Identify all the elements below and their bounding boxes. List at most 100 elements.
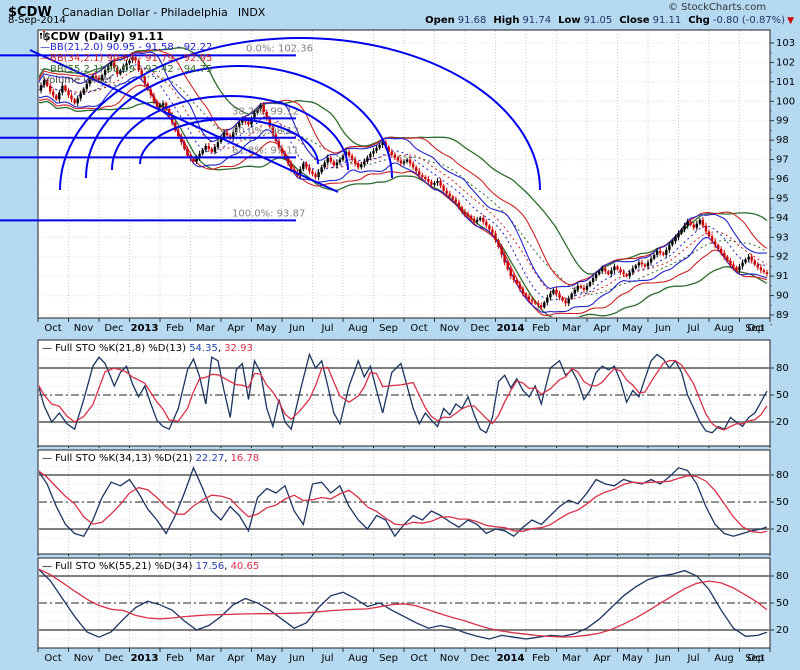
- chg-value: -0.80 (-0.87%): [713, 15, 785, 26]
- close-label: Close: [619, 15, 649, 26]
- price-axis-label: 95: [776, 193, 789, 204]
- x-axis-label-top: May: [256, 323, 277, 334]
- chg-label: Chg: [688, 15, 710, 26]
- price-axis-label: 102: [776, 57, 795, 68]
- chart-date: 8-Sep-2014: [8, 15, 66, 26]
- x-axis-label-top: 2013: [131, 323, 159, 334]
- x-axis-label-bottom: May: [622, 653, 643, 664]
- x-axis-label-bottom: 2014: [497, 653, 525, 664]
- low-label: Low: [558, 15, 580, 26]
- price-axis-label: 92: [776, 252, 789, 263]
- symbol-name: Canadian Dollar - Philadelphia: [62, 6, 228, 19]
- main-chart-legend: $CDW (Daily) 91.11 —BB(21,2.0) 90.95 - 9…: [40, 31, 212, 86]
- x-axis-label-bottom: Feb: [532, 653, 550, 664]
- x-axis-label-bottom: Dec: [470, 653, 489, 664]
- sto-axis-label: 80: [776, 470, 789, 481]
- sto-axis-label: 20: [776, 524, 789, 535]
- x-axis-label-bottom: Apr: [227, 653, 245, 664]
- chg-down-icon[interactable]: ▼: [787, 16, 794, 26]
- sto1-label: — Full STO %K(21,8) %D(13): [42, 343, 186, 354]
- x-axis-label-top: Aug: [348, 323, 368, 334]
- x-axis-label-top: Oct: [44, 323, 61, 334]
- sto-axis-label: 80: [776, 363, 789, 374]
- price-axis-label: 100: [776, 96, 795, 107]
- sto-axis-label: 20: [776, 625, 789, 636]
- sto2-label: — Full STO %K(34,13) %D(21): [42, 453, 192, 464]
- legend-bb55: —BB(55,2.1) 90.09 - 92.42 - 94.75: [40, 64, 212, 75]
- high-value: 91.74: [522, 15, 551, 26]
- x-axis-label-bottom: Feb: [166, 653, 184, 664]
- low-value: 91.05: [584, 15, 613, 26]
- x-axis-label-top: Nov: [74, 323, 94, 334]
- sto1-d-value: 32.93: [224, 343, 253, 354]
- x-axis-label-bottom: Oct: [747, 653, 764, 664]
- sto2-k-value: 22.27: [196, 453, 225, 464]
- legend-bb21: —BB(21,2.0) 90.95 - 91.58 - 92.22: [40, 42, 212, 53]
- x-axis-label-bottom: Mar: [562, 653, 582, 664]
- x-axis-label-top: Apr: [227, 323, 245, 334]
- x-axis-label-top: Oct: [410, 323, 427, 334]
- price-axis-label: 94: [776, 213, 789, 224]
- x-axis-label-bottom: Aug: [714, 653, 734, 664]
- x-axis-label-top: Oct: [747, 323, 764, 334]
- x-axis-label-top: 2014: [497, 323, 525, 334]
- price-axis-label: 99: [776, 116, 789, 127]
- x-axis-label-top: Mar: [196, 323, 216, 334]
- sto3-legend: — Full STO %K(55,21) %D(34) 17.56, 40.65: [42, 561, 259, 572]
- x-axis-label-top: Jun: [288, 323, 305, 334]
- legend-bb34: —BB(34,2.1) 90.64 - 91.79 - 92.95: [40, 53, 212, 64]
- x-axis-label-top: Dec: [470, 323, 489, 334]
- sto-axis-label: 80: [776, 571, 789, 582]
- x-axis-label-bottom: Jun: [288, 653, 305, 664]
- x-axis-label-top: Aug: [714, 323, 734, 334]
- sto2-legend: — Full STO %K(34,13) %D(21) 22.27, 16.78: [42, 453, 259, 464]
- sto-axis-label: 50: [776, 598, 789, 609]
- x-axis-label-top: May: [622, 323, 643, 334]
- x-axis-label-top: Jul: [686, 323, 699, 334]
- high-label: High: [493, 15, 519, 26]
- x-axis-label-bottom: Oct: [44, 653, 61, 664]
- legend-volume-row: Volume undef: [40, 75, 212, 86]
- x-axis-label-top: Feb: [532, 323, 550, 334]
- x-axis-label-top: Apr: [593, 323, 611, 334]
- fib-label-38.2%: 38.2%: 99.12: [232, 106, 299, 117]
- fib-label-0.0%: 0.0%: 102.36: [246, 43, 313, 54]
- open-value: 91.68: [458, 15, 487, 26]
- sto3-d-value: 40.65: [231, 561, 260, 572]
- price-axis-label: 96: [776, 174, 789, 185]
- price-axis-label: 97: [776, 155, 789, 166]
- price-axis-label: 93: [776, 232, 789, 243]
- x-axis-label-bottom: Mar: [196, 653, 216, 664]
- sto-axis-label: 20: [776, 417, 789, 428]
- x-axis-label-top: Feb: [166, 323, 184, 334]
- price-axis-label: 103: [776, 38, 795, 49]
- stockcharts-credit[interactable]: © StockCharts.com: [668, 2, 766, 13]
- close-value: 91.11: [653, 15, 682, 26]
- price-axis-label: 90: [776, 291, 789, 302]
- x-axis-label-bottom: Nov: [440, 653, 460, 664]
- x-axis-label-top: Jul: [320, 323, 333, 334]
- open-label: Open: [425, 15, 455, 26]
- legend-volume: Volume undef: [43, 75, 112, 86]
- main-legend-title-row: $CDW (Daily) 91.11: [40, 31, 212, 42]
- exchange-label: INDX: [238, 6, 265, 19]
- sto3-k-value: 17.56: [196, 561, 225, 572]
- x-axis-label-bottom: Jul: [320, 653, 333, 664]
- x-axis-label-top: Dec: [104, 323, 123, 334]
- x-axis-label-bottom: Oct: [410, 653, 427, 664]
- x-axis-label-bottom: 2013: [131, 653, 159, 664]
- sto-axis-label: 50: [776, 497, 789, 508]
- x-axis-label-top: Jun: [654, 323, 671, 334]
- x-axis-label-bottom: Jun: [654, 653, 671, 664]
- sto3-label: — Full STO %K(55,21) %D(34): [42, 561, 192, 572]
- x-axis-label-top: Mar: [562, 323, 582, 334]
- x-axis-label-bottom: Jul: [686, 653, 699, 664]
- x-axis-label-bottom: Dec: [104, 653, 123, 664]
- x-axis-label-bottom: May: [256, 653, 277, 664]
- price-axis-label: 89: [776, 310, 789, 321]
- price-axis-label: 98: [776, 135, 789, 146]
- price-axis-label: 91: [776, 271, 789, 282]
- x-axis-label-bottom: Apr: [593, 653, 611, 664]
- ohlc-quote: Open91.68 High91.74 Low 91.05 Close 91.11 Chg-…: [418, 15, 794, 26]
- x-axis-label-bottom: Nov: [74, 653, 94, 664]
